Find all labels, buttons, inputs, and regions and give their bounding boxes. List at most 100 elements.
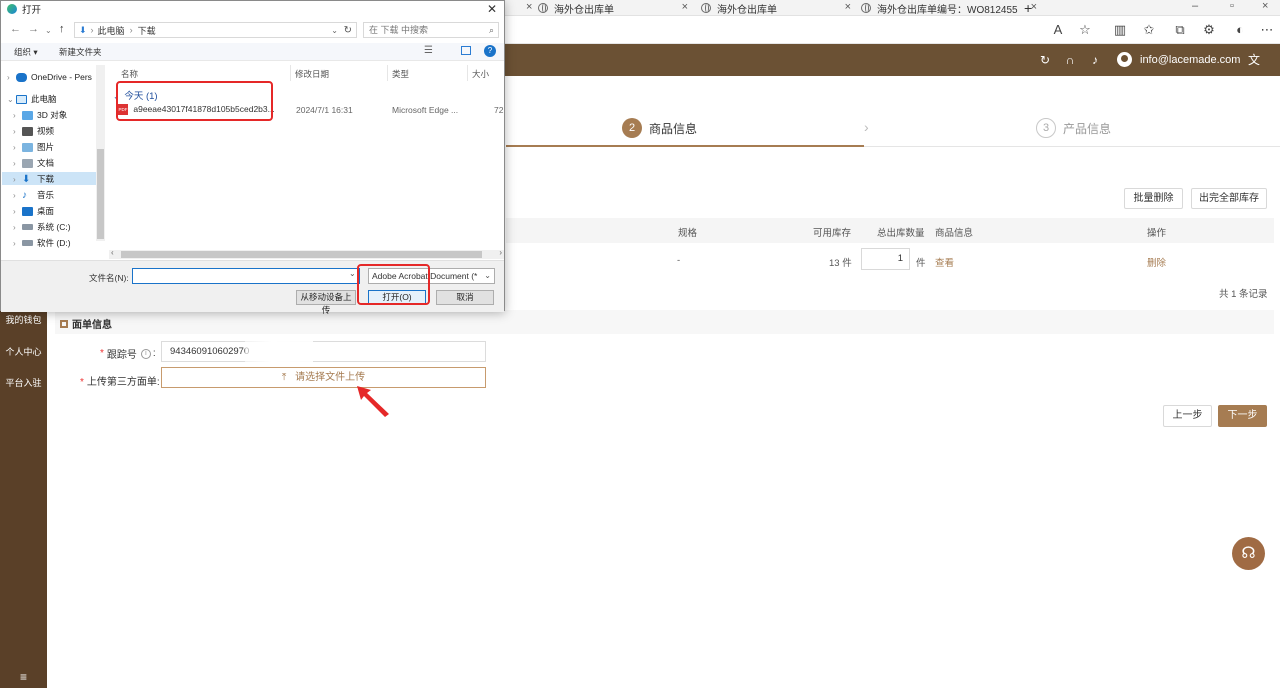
step-divider xyxy=(864,146,1280,147)
preview-pane-icon[interactable] xyxy=(461,46,471,55)
breadcrumb-downloads[interactable]: 下载 xyxy=(138,24,156,37)
globe-icon xyxy=(861,3,871,13)
tree-item-desktop[interactable]: › 桌面 xyxy=(13,205,54,217)
tab-title: 海外仓出库单编号：WO812455 xyxy=(877,4,1018,16)
tab-title: 海外仓出库单 xyxy=(554,4,614,16)
new-tab-button[interactable]: + xyxy=(1020,0,1040,16)
refresh-icon[interactable]: ↻ xyxy=(344,25,352,36)
sidebar-item-profile[interactable]: 个人中心 xyxy=(0,345,47,358)
filename-label: 文件名(N): xyxy=(89,273,129,283)
more-icon[interactable]: ⋯ xyxy=(1259,22,1275,38)
tree-scrollbar[interactable] xyxy=(96,65,105,241)
support-float-button[interactable]: ☊ xyxy=(1232,537,1265,570)
next-button[interactable]: 下一步 xyxy=(1218,405,1267,427)
favorite-icon[interactable]: ☆ xyxy=(1077,22,1093,38)
menu-icon[interactable]: ≡ xyxy=(0,670,47,684)
col-size[interactable]: 大小 xyxy=(472,68,489,80)
tree-item-drive-d[interactable]: › 软件 (D:) xyxy=(13,237,71,249)
read-aloud-icon[interactable]: A xyxy=(1050,22,1066,38)
download-icon: ⬇ xyxy=(22,173,31,185)
forward-icon[interactable]: → xyxy=(28,23,39,35)
section-header xyxy=(55,310,1274,334)
view-options-icon[interactable]: ☰ xyxy=(424,45,433,56)
upload-button[interactable]: ⤒ 请选择文件上传 xyxy=(161,367,486,388)
file-list-scrollbar[interactable]: ‹ › xyxy=(109,248,504,259)
close-icon[interactable]: × xyxy=(845,1,851,13)
info-icon[interactable]: i xyxy=(140,348,151,359)
file-size: 72 xyxy=(494,105,504,115)
video-icon xyxy=(22,126,33,136)
cancel-button[interactable]: 取消 xyxy=(436,290,494,305)
breadcrumb-pc[interactable]: 此电脑 xyxy=(98,24,125,37)
close-icon[interactable]: × xyxy=(682,1,688,13)
maximize-icon[interactable]: ▫ xyxy=(1230,0,1234,12)
col-date[interactable]: 修改日期 xyxy=(295,68,329,80)
redaction-blur xyxy=(245,341,313,362)
upload-from-mobile-button[interactable]: 从移动设备上传 xyxy=(296,290,356,315)
chevron-down-icon[interactable]: ⌄ xyxy=(349,269,356,278)
filetype-select[interactable]: Adobe Acrobat Document (* ⌄ xyxy=(368,268,495,284)
minimize-icon[interactable]: – xyxy=(1192,0,1198,12)
tree-item-drive-c[interactable]: › 系统 (C:) xyxy=(13,221,71,233)
extension-icon[interactable]: ◐ xyxy=(1232,22,1248,38)
browser-tab-1[interactable]: 海外仓出库单 × xyxy=(534,0,690,16)
col-name[interactable]: 名称 xyxy=(121,68,138,80)
headset-icon[interactable]: ∩ xyxy=(1063,53,1077,67)
browser-tab-2[interactable]: 海外仓出库单 × xyxy=(697,0,853,16)
organize-button[interactable]: 组织 ▾ xyxy=(14,46,38,58)
split-screen-icon[interactable]: ▥ xyxy=(1112,22,1128,38)
drive-icon xyxy=(22,224,33,230)
tracking-input[interactable]: 943460910602970 xyxy=(161,341,486,362)
chevron-down-icon[interactable]: ⌄ xyxy=(45,26,52,35)
translate-icon[interactable]: 文 xyxy=(1247,53,1261,67)
tree-item-music[interactable]: › ♪ 音乐 xyxy=(13,189,54,201)
edge-icon xyxy=(7,4,17,14)
sidebar-item-wallet[interactable]: 我的钱包 xyxy=(0,313,47,326)
delete-link[interactable]: 删除 xyxy=(1147,255,1166,269)
cell-unit: 件 xyxy=(916,258,926,269)
chevron-down-icon[interactable]: ⌄ xyxy=(331,26,338,35)
tree-item-this-pc[interactable]: ⌄ 此电脑 xyxy=(7,93,57,105)
user-menu[interactable]: info@lacemade.com xyxy=(1117,52,1240,67)
tree-item-downloads[interactable]: › ⬇ 下载 xyxy=(13,173,54,185)
browser-tab-3[interactable]: 海外仓出库单编号：WO812455 × xyxy=(857,0,1039,16)
batch-delete-button[interactable]: 批量删除 xyxy=(1124,188,1183,209)
new-folder-button[interactable]: 新建文件夹 xyxy=(59,46,102,58)
up-icon[interactable]: ↑ xyxy=(59,23,65,35)
bell-icon[interactable]: ♪ xyxy=(1088,53,1102,67)
tree-item-documents[interactable]: › 文档 xyxy=(13,157,54,169)
close-icon[interactable]: × xyxy=(526,1,532,13)
tree-item-pictures[interactable]: › 图片 xyxy=(13,141,54,153)
filename-input[interactable] xyxy=(132,268,360,284)
step-product-info: 3 产品信息 xyxy=(1036,118,1111,138)
quantity-input[interactable]: 1 xyxy=(861,248,910,270)
close-icon[interactable]: ✕ xyxy=(487,2,497,16)
col-info: 商品信息 xyxy=(935,228,974,239)
col-type[interactable]: 类型 xyxy=(392,68,409,80)
col-stock: 可用库存 xyxy=(813,228,852,239)
tab-title: 海外仓出库单 xyxy=(717,4,777,16)
upload-label: * 上传第三方面单: xyxy=(80,377,160,388)
cell-stock: 13 件 xyxy=(829,258,852,269)
cell-spec: - xyxy=(677,255,681,266)
tree-item-3d[interactable]: › 3D 对象 xyxy=(13,109,67,121)
prev-button[interactable]: 上一步 xyxy=(1163,405,1212,427)
refresh-icon[interactable]: ↻ xyxy=(1038,53,1052,67)
out-all-stock-button[interactable]: 出完全部库存 xyxy=(1191,188,1267,209)
collections-icon[interactable]: ⧉ xyxy=(1172,22,1188,38)
help-icon[interactable]: ? xyxy=(484,45,496,57)
address-bar[interactable]: ⬇ › 此电脑 › 下载 ⌄ ↻ xyxy=(74,22,357,38)
favorites-bar-icon[interactable]: ✩ xyxy=(1141,22,1157,38)
open-button[interactable]: 打开(O) xyxy=(368,290,426,305)
close-window-icon[interactable]: × xyxy=(1262,0,1268,12)
tree-item-onedrive[interactable]: › OneDrive - Pers xyxy=(7,72,92,82)
back-icon[interactable]: ← xyxy=(10,23,21,35)
search-input[interactable]: 在 下载 中搜索 ⌕ xyxy=(363,22,499,38)
sidebar-item-platform[interactable]: 平台入驻 xyxy=(0,376,47,389)
step-progress-bar xyxy=(506,145,864,147)
view-link[interactable]: 查看 xyxy=(935,255,954,269)
file-row[interactable]: PDF a9eeae43017f41878d105b5ced2b3... 202… xyxy=(118,104,504,119)
tree-item-videos[interactable]: › 视频 xyxy=(13,125,54,137)
group-header[interactable]: ⌄ 今天 (1) xyxy=(113,88,158,102)
extension-icon[interactable]: ⚙ xyxy=(1201,22,1217,38)
